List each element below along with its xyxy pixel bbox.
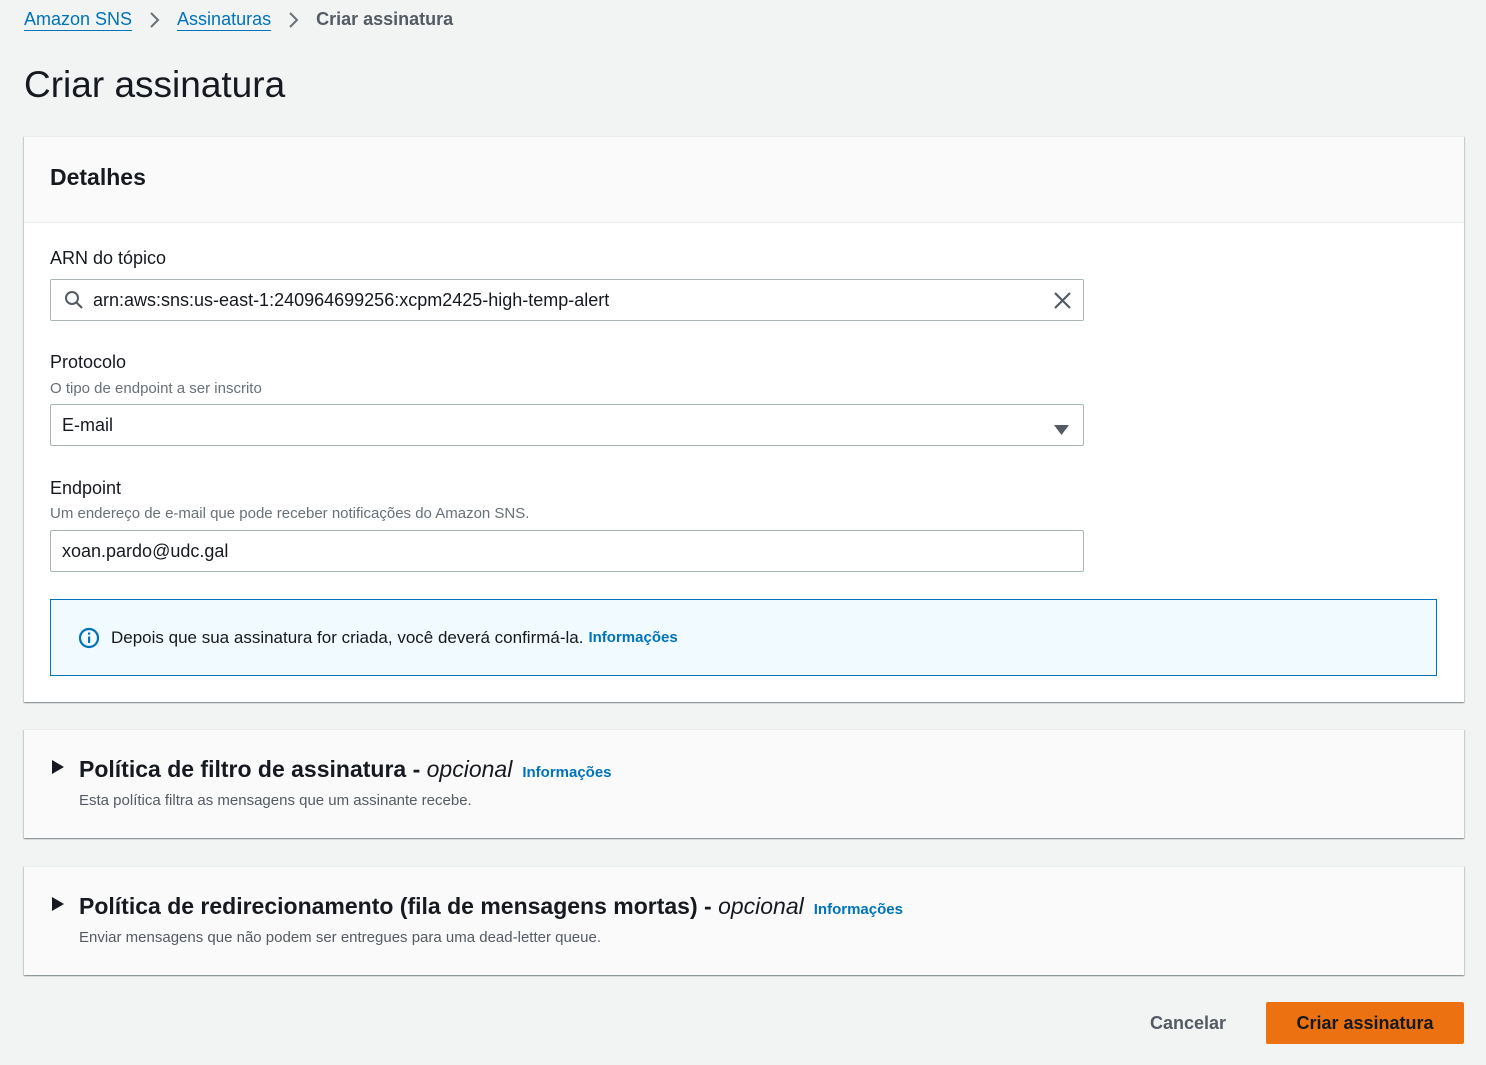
alert-info-link[interactable]: Informações bbox=[588, 629, 677, 646]
chevron-right-icon bbox=[288, 11, 299, 29]
filter-policy-description: Esta política filtra as mensagens que um… bbox=[79, 792, 472, 809]
endpoint-description: Um endereço de e-mail que pode receber n… bbox=[50, 505, 530, 522]
redrive-policy-panel: Política de redirecionamento (fila de me… bbox=[24, 866, 1464, 975]
topic-arn-input[interactable]: arn:aws:sns:us-east-1:240964699256:xcpm2… bbox=[50, 279, 1084, 321]
caret-right-icon bbox=[52, 760, 79, 774]
page-title: Criar assinatura bbox=[24, 64, 286, 105]
caret-down-icon bbox=[1054, 420, 1069, 441]
filter-policy-info-link[interactable]: Informações bbox=[522, 764, 611, 781]
endpoint-value: xoan.pardo@udc.gal bbox=[62, 540, 229, 561]
caret-right-icon bbox=[52, 897, 79, 911]
breadcrumb: Amazon SNS Assinaturas Criar assinatura bbox=[24, 9, 453, 30]
filter-policy-title: Política de filtro de assinatura - opcio… bbox=[79, 756, 513, 782]
protocol-label: Protocolo bbox=[50, 352, 127, 372]
filter-policy-toggle[interactable]: Política de filtro de assinatura - opcio… bbox=[52, 756, 612, 783]
protocol-select[interactable]: E-mail bbox=[50, 404, 1084, 446]
endpoint-input[interactable]: xoan.pardo@udc.gal bbox=[50, 530, 1084, 572]
redrive-policy-info-link[interactable]: Informações bbox=[814, 901, 903, 918]
details-panel: Detalhes ARN do tópico arn:aws:sns:us-ea… bbox=[24, 136, 1464, 702]
search-icon bbox=[64, 290, 84, 310]
breadcrumb-amazon-sns[interactable]: Amazon SNS bbox=[24, 9, 132, 30]
info-icon bbox=[78, 627, 100, 649]
topic-arn-value: arn:aws:sns:us-east-1:240964699256:xcpm2… bbox=[93, 289, 610, 310]
info-alert: Depois que sua assinatura for criada, vo… bbox=[50, 599, 1437, 676]
protocol-selected-value: E-mail bbox=[62, 414, 114, 435]
endpoint-label: Endpoint bbox=[50, 478, 122, 498]
redrive-policy-title: Política de redirecionamento (fila de me… bbox=[79, 893, 804, 919]
breadcrumb-assinaturas[interactable]: Assinaturas bbox=[177, 9, 271, 30]
alert-text: Depois que sua assinatura for criada, vo… bbox=[111, 627, 584, 647]
cancel-button[interactable]: Cancelar bbox=[1128, 1002, 1248, 1044]
protocol-description: O tipo de endpoint a ser inscrito bbox=[50, 380, 262, 397]
filter-policy-panel: Política de filtro de assinatura - opcio… bbox=[24, 729, 1464, 838]
create-subscription-button[interactable]: Criar assinatura bbox=[1266, 1002, 1464, 1044]
redrive-policy-description: Enviar mensagens que não podem ser entre… bbox=[79, 929, 602, 946]
topic-arn-label: ARN do tópico bbox=[50, 248, 167, 268]
close-icon[interactable] bbox=[1053, 291, 1072, 315]
details-title: Detalhes bbox=[50, 164, 146, 190]
details-header: Detalhes bbox=[24, 137, 1464, 223]
redrive-policy-toggle[interactable]: Política de redirecionamento (fila de me… bbox=[52, 893, 903, 920]
chevron-right-icon bbox=[149, 11, 160, 29]
breadcrumb-current: Criar assinatura bbox=[316, 9, 454, 29]
